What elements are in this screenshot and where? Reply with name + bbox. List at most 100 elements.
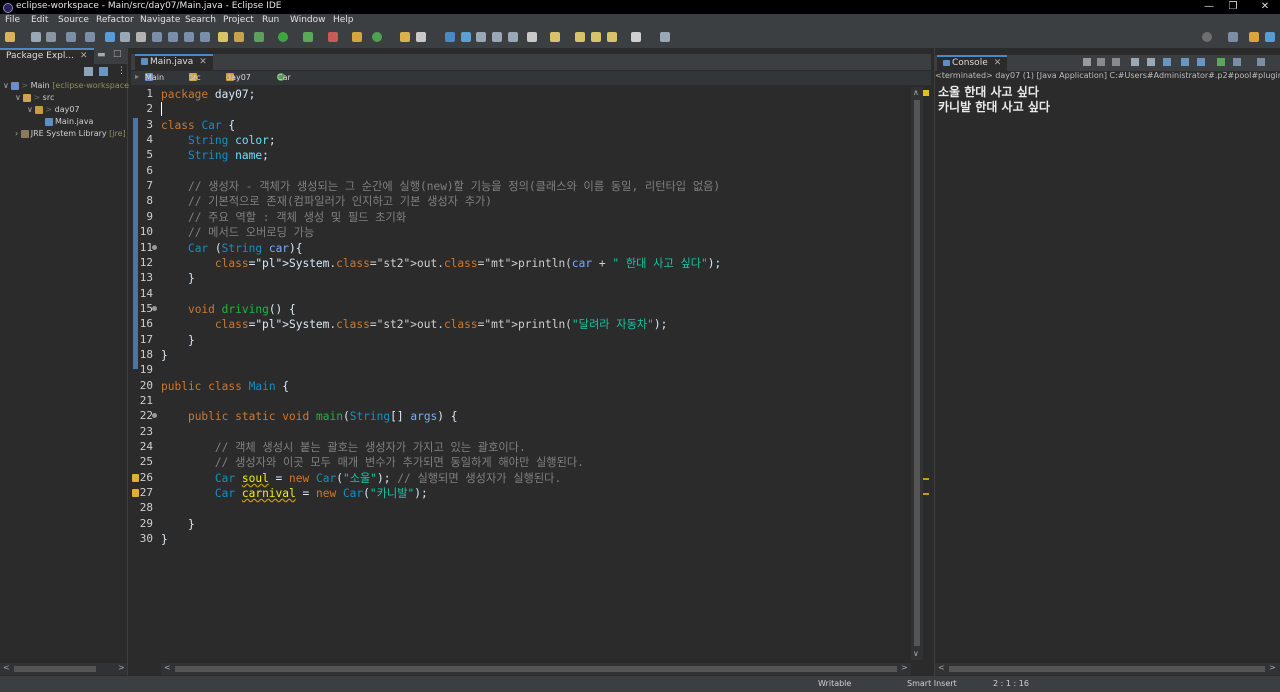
menu-window[interactable]: Window — [290, 15, 326, 25]
remove-all-launches-icon[interactable] — [1112, 58, 1120, 66]
last-edit-icon[interactable] — [575, 32, 585, 42]
drop-to-frame-icon[interactable] — [200, 32, 210, 42]
close-icon[interactable]: ✕ — [199, 57, 207, 67]
open-type-icon[interactable] — [400, 32, 410, 42]
search-icon[interactable] — [1202, 32, 1212, 42]
menu-navigate[interactable]: Navigate — [140, 15, 180, 25]
view-menu-icon[interactable]: ⋮ — [117, 66, 126, 76]
fold-toggle-icon[interactable] — [152, 305, 157, 311]
next-annotation-icon[interactable] — [527, 32, 537, 42]
scroll-right-icon[interactable]: > — [1269, 663, 1276, 672]
scroll-down-icon[interactable]: ∨ — [913, 649, 919, 658]
code-line[interactable]: package day07; — [161, 87, 255, 102]
package-explorer-hscroll[interactable]: < > — [0, 663, 127, 675]
previous-annotation-icon[interactable] — [550, 32, 560, 42]
code-line[interactable]: } — [161, 333, 195, 348]
maximize-icon[interactable]: □ — [113, 49, 122, 59]
toggle-mark-occurrences-icon[interactable] — [445, 32, 455, 42]
code-line[interactable]: // 객체 생성시 붙는 괄호는 생성자가 가지고 있는 괄호이다. — [161, 440, 526, 455]
menu-search[interactable]: Search — [185, 15, 216, 25]
tree-item-jre[interactable]: › JRE System Library [jre] — [15, 129, 126, 138]
pin-editor-icon[interactable] — [660, 32, 670, 42]
code-line[interactable]: class="pl">System.class="st2">out.class=… — [161, 256, 721, 271]
tree-item-project[interactable]: ∨ > Main [eclipse-workspace — [3, 81, 129, 90]
menu-source[interactable]: Source — [58, 15, 89, 25]
close-button[interactable]: ✕ — [1252, 0, 1278, 14]
resume-icon[interactable] — [105, 32, 115, 42]
print-icon[interactable] — [85, 32, 95, 42]
scroll-left-icon[interactable]: < — [938, 663, 945, 672]
step-over-icon[interactable] — [168, 32, 178, 42]
code-area[interactable]: package day07; class Car { String color; … — [161, 87, 911, 637]
minimize-icon[interactable]: ▬ — [97, 50, 106, 60]
code-line[interactable]: } — [161, 348, 168, 363]
scroll-right-icon[interactable]: > — [118, 663, 125, 672]
menu-refactor[interactable]: Refactor — [96, 15, 134, 25]
code-line[interactable]: String name; — [161, 148, 269, 163]
code-line[interactable]: Car (String car){ — [161, 241, 303, 256]
overview-warning-marker[interactable] — [923, 478, 929, 480]
code-line[interactable]: String color; — [161, 133, 276, 148]
forward-icon[interactable] — [607, 32, 617, 42]
scroll-thumb[interactable] — [949, 666, 1265, 672]
scroll-thumb[interactable] — [175, 666, 897, 672]
fold-toggle-icon[interactable] — [152, 413, 157, 419]
code-line[interactable]: // 주요 역할 : 객체 생성 및 필드 초기화 — [161, 210, 406, 225]
code-line[interactable]: // 기본적으로 존재(컴파일러가 인지하고 기본 생성자 추가) — [161, 194, 492, 209]
debug-icon[interactable] — [254, 32, 264, 42]
coverage-icon[interactable] — [218, 32, 228, 42]
scroll-right-icon[interactable]: > — [901, 663, 908, 672]
clear-console-icon[interactable] — [1131, 58, 1139, 66]
link-with-editor-icon[interactable] — [99, 67, 108, 76]
scroll-left-icon[interactable]: < — [164, 663, 171, 672]
save-all-icon[interactable] — [46, 32, 56, 42]
new-java-project-icon[interactable] — [328, 32, 338, 42]
scroll-thumb[interactable] — [14, 666, 96, 672]
code-line[interactable]: } — [161, 517, 195, 532]
code-line[interactable]: // 메서드 오버로딩 가능 — [161, 225, 314, 240]
tab-console[interactable]: Console ✕ — [937, 55, 1008, 71]
toggle-word-wrap-icon[interactable] — [461, 32, 471, 42]
code-line[interactable]: } — [161, 532, 168, 547]
collapse-all-icon[interactable] — [84, 67, 93, 76]
suspend-icon[interactable] — [120, 32, 130, 42]
block-selection-icon[interactable] — [476, 32, 486, 42]
scroll-thumb[interactable] — [914, 100, 920, 646]
word-wrap-icon[interactable] — [1163, 58, 1171, 66]
save-icon[interactable] — [31, 32, 41, 42]
show-whitespace-icon[interactable] — [492, 32, 502, 42]
editor-hscroll[interactable]: < > — [161, 663, 911, 675]
tab-package-explorer[interactable]: Package Expl... ✕ — [0, 48, 94, 64]
debug-perspective-icon[interactable] — [1265, 32, 1275, 42]
close-icon[interactable]: ✕ — [994, 58, 1002, 68]
code-line[interactable]: // 생성자와 이곳 모두 매개 변수가 추가되면 동일하게 해야만 실행된다. — [161, 455, 584, 470]
step-return-icon[interactable] — [184, 32, 194, 42]
code-line[interactable]: public class Main { — [161, 379, 289, 394]
scroll-up-icon[interactable]: ∧ — [913, 88, 919, 97]
code-line[interactable]: public static void main(String[] args) { — [161, 409, 458, 424]
skip-breakpoints-icon[interactable] — [234, 32, 244, 42]
show-on-output-icon[interactable] — [1181, 58, 1189, 66]
warning-icon[interactable] — [132, 489, 139, 498]
code-line[interactable]: class Car { — [161, 118, 235, 133]
open-perspective-icon[interactable] — [1228, 32, 1238, 42]
scroll-left-icon[interactable]: < — [3, 663, 10, 672]
minimize-button[interactable]: — — [1196, 0, 1222, 14]
overview-warning-icon[interactable] — [923, 90, 929, 96]
scroll-lock-icon[interactable] — [1147, 58, 1155, 66]
open-console-icon[interactable] — [66, 32, 76, 42]
terminate-icon[interactable] — [1083, 58, 1091, 66]
tab-main-java[interactable]: Main.java ✕ — [135, 54, 213, 70]
pilcrow-icon[interactable] — [508, 32, 518, 42]
close-icon[interactable]: ✕ — [80, 51, 88, 61]
step-into-icon[interactable] — [152, 32, 162, 42]
code-line[interactable]: // 생성자 - 객체가 생성되는 그 순간에 실행(new)할 기능을 정의(… — [161, 179, 720, 194]
remove-launch-icon[interactable] — [1097, 58, 1105, 66]
overview-warning-marker[interactable] — [923, 493, 929, 495]
run-icon[interactable] — [278, 32, 288, 42]
code-line[interactable]: } — [161, 271, 195, 286]
tree-item-src[interactable]: ∨ > src — [15, 93, 54, 102]
terminate-icon[interactable] — [136, 32, 146, 42]
insert-mode-status[interactable]: Smart Insert — [907, 679, 957, 688]
display-console-icon[interactable] — [1233, 58, 1241, 66]
